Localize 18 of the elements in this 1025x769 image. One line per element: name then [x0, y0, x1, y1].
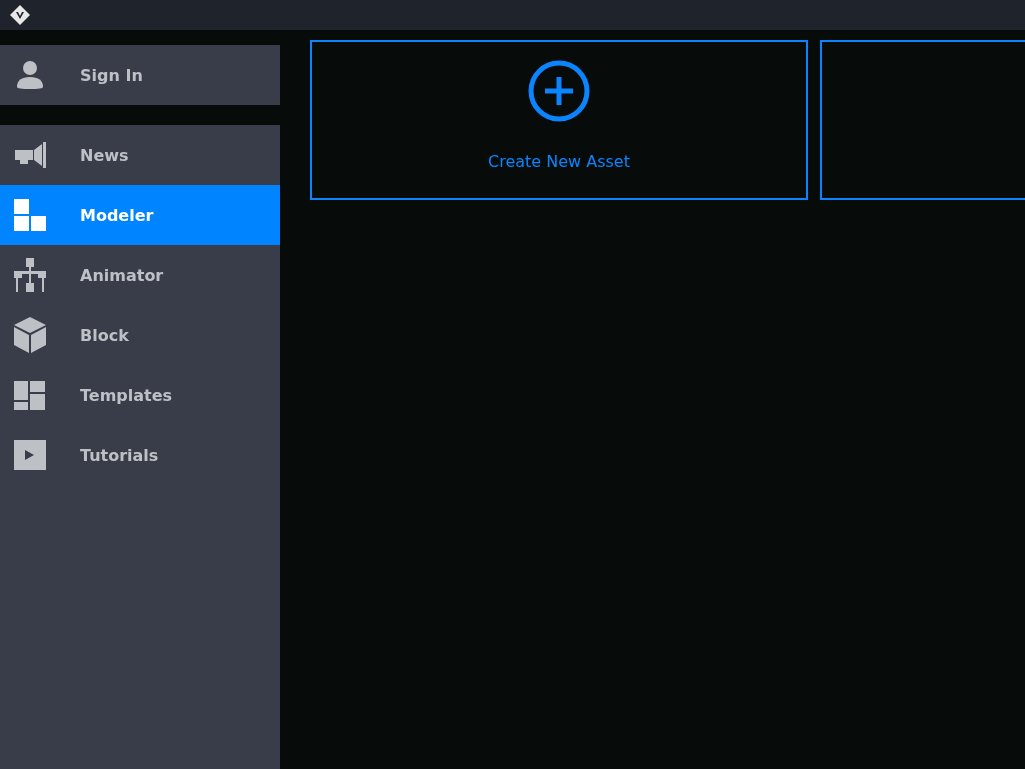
nav-item[interactable]: Modeler — [0, 185, 280, 245]
nav-item[interactable]: Block — [0, 305, 280, 365]
megaphone-icon — [14, 142, 46, 168]
app-logo-icon — [10, 5, 30, 25]
hierarchy-icon — [14, 258, 46, 292]
blocks-icon — [14, 199, 46, 231]
asset-card[interactable] — [820, 40, 1025, 200]
sign-in-button[interactable]: Sign In — [0, 45, 280, 105]
add-icon — [528, 60, 590, 122]
play-icon — [14, 440, 46, 470]
person-icon — [14, 59, 46, 91]
nav-item[interactable]: Animator — [0, 245, 280, 305]
layout-icon — [14, 380, 45, 410]
nav-item[interactable]: Tutorials — [0, 425, 280, 485]
cube-icon — [14, 317, 46, 353]
nav-item[interactable]: News — [0, 125, 280, 185]
create-asset-card[interactable]: Create New Asset — [310, 40, 808, 200]
nav-item[interactable]: Templates — [0, 365, 280, 425]
